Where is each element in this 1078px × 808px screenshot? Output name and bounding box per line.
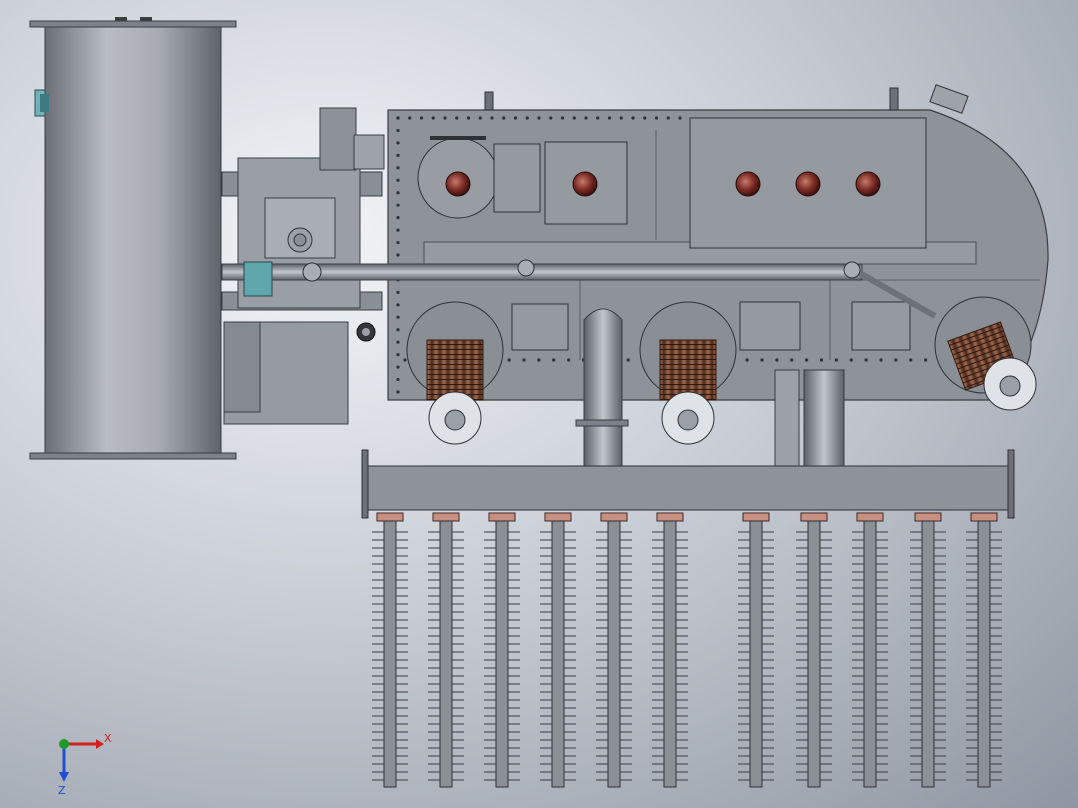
bolt — [805, 358, 809, 362]
bolt — [396, 377, 400, 382]
bolt — [502, 116, 506, 120]
bolt — [396, 390, 400, 394]
bolt — [403, 358, 407, 362]
bolt — [490, 116, 494, 120]
cover-panel-lower-1[interactable] — [511, 303, 569, 351]
bolt — [537, 116, 541, 120]
triad-x-label: X — [104, 732, 112, 745]
bolt — [522, 358, 526, 362]
bolt — [849, 358, 853, 362]
bolt — [396, 141, 400, 145]
bushing-4 — [795, 171, 821, 197]
bolt — [513, 116, 518, 120]
bolt — [396, 303, 400, 307]
bolt — [396, 116, 400, 120]
radiator-tube[interactable] — [372, 512, 408, 788]
bolt — [607, 116, 612, 120]
bolt — [455, 116, 459, 120]
bolt — [396, 315, 400, 319]
bolt — [396, 203, 400, 207]
vertical-tank[interactable] — [29, 17, 237, 460]
bolt — [864, 358, 868, 362]
bolt — [396, 340, 400, 344]
triad-z-label: Z — [58, 784, 66, 797]
bolt — [879, 358, 883, 362]
bushing-3 — [735, 171, 761, 197]
bolt — [537, 358, 541, 362]
bolt — [396, 216, 400, 220]
bolt — [396, 240, 400, 245]
triad-y-axis-dot — [59, 739, 69, 749]
cover-panel-small[interactable] — [493, 143, 541, 213]
bolt — [572, 116, 576, 120]
bolt — [396, 328, 400, 332]
radiator-tube[interactable] — [652, 512, 688, 788]
bolt — [834, 358, 838, 362]
lv-bushing-1[interactable] — [406, 301, 504, 445]
cover-panel-lower-2[interactable] — [739, 301, 801, 351]
bolt — [396, 178, 400, 182]
bolt — [560, 116, 565, 120]
coordinate-triad-icon: X Z — [58, 732, 112, 797]
lv-bushing-2[interactable] — [639, 301, 737, 445]
bushing-2 — [572, 171, 598, 197]
radiator-tube[interactable] — [428, 512, 464, 788]
bolt — [396, 166, 400, 170]
bolt — [678, 116, 682, 120]
bolt — [819, 358, 824, 362]
bolt — [396, 365, 400, 369]
bolt — [552, 358, 556, 362]
triad-z-arrowhead — [59, 772, 69, 782]
cad-model-viewport[interactable] — [0, 0, 1078, 808]
bolt — [654, 116, 659, 120]
bolt — [924, 358, 928, 362]
header-beam[interactable] — [361, 449, 1015, 519]
cover-panel-lower-3[interactable] — [851, 301, 911, 351]
radiator-tube[interactable] — [910, 512, 946, 788]
bolt — [396, 191, 400, 195]
bolt — [443, 116, 447, 120]
bolt — [631, 116, 635, 120]
bolt — [396, 290, 400, 294]
radiator-tube[interactable] — [484, 512, 520, 788]
bolt — [507, 358, 511, 362]
bolt — [396, 253, 400, 257]
bolt — [775, 358, 779, 362]
bolt — [643, 116, 647, 120]
bolt — [396, 153, 400, 157]
bolt — [396, 353, 400, 357]
bolt — [894, 358, 898, 362]
bolt — [549, 116, 553, 120]
bushing-5 — [855, 171, 881, 197]
radiator-bank[interactable] — [372, 512, 1002, 788]
bolt — [584, 116, 588, 120]
radiator-tube[interactable] — [540, 512, 576, 788]
radiator-tube[interactable] — [796, 512, 832, 788]
bolt — [478, 116, 482, 120]
bolt — [790, 358, 794, 362]
bolt — [466, 116, 471, 120]
bolt — [596, 116, 600, 120]
bolt — [419, 116, 424, 120]
support-columns[interactable] — [774, 369, 845, 467]
bolt — [567, 358, 571, 362]
radiator-tube[interactable] — [596, 512, 632, 788]
bolt — [396, 228, 400, 232]
bolt — [396, 128, 400, 133]
radiator-tube[interactable] — [738, 512, 774, 788]
bolt — [745, 358, 749, 362]
bolt — [760, 358, 764, 362]
bolt — [909, 358, 913, 362]
bolt — [525, 116, 529, 120]
bolt — [666, 116, 670, 120]
triad-x-arrowhead — [96, 739, 104, 749]
bolt — [431, 116, 435, 120]
bolt — [619, 116, 623, 120]
bolt — [626, 358, 630, 362]
bolt — [408, 116, 412, 120]
radiator-tube[interactable] — [852, 512, 888, 788]
bushing-1 — [445, 171, 471, 197]
radiator-tube[interactable] — [966, 512, 1002, 788]
